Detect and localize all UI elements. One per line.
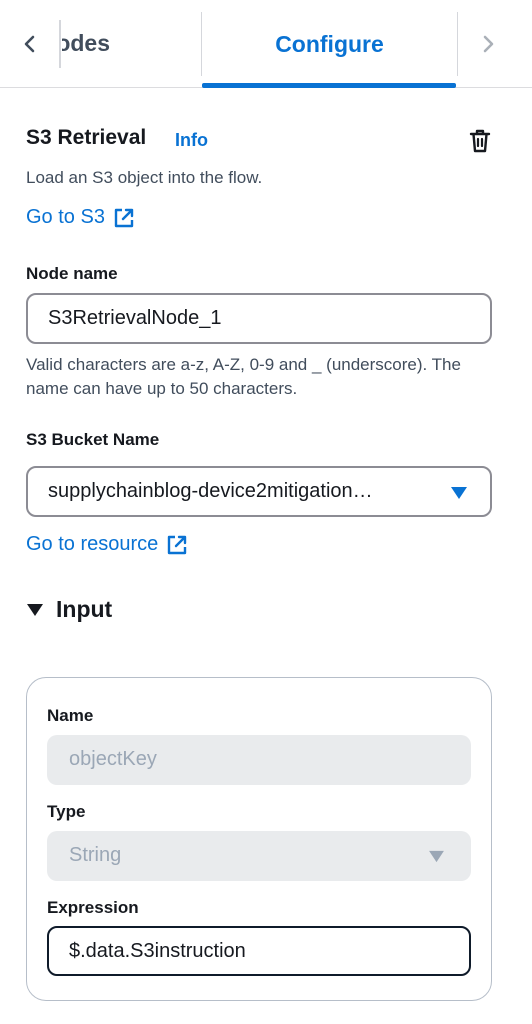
input-expression-label: Expression xyxy=(47,898,139,917)
bucket-name-selected: supplychainblog-device2mitigation… xyxy=(48,480,373,502)
input-name-label: Name xyxy=(47,706,94,725)
chevron-right-icon xyxy=(483,35,494,53)
input-card: Name objectKey Type String Expression xyxy=(26,677,492,1001)
go-to-resource-link[interactable]: Go to resource xyxy=(26,533,188,556)
external-link-icon xyxy=(114,208,134,227)
go-to-resource-label: Go to resource xyxy=(26,533,159,555)
active-tab-indicator xyxy=(202,83,456,88)
caret-down-icon xyxy=(451,487,467,499)
input-section-title: Input xyxy=(56,596,113,622)
caret-down-icon xyxy=(27,603,43,616)
input-expression-field[interactable] xyxy=(47,926,471,976)
input-section-toggle[interactable]: Input xyxy=(26,596,112,623)
node-name-label: Node name xyxy=(26,264,118,283)
node-name-input[interactable] xyxy=(26,293,492,344)
external-link-icon xyxy=(168,535,187,554)
go-to-s3-label: Go to S3 xyxy=(26,206,105,228)
bucket-name-label: S3 Bucket Name xyxy=(26,430,160,449)
input-type-label: Type xyxy=(47,802,86,821)
input-name-value: objectKey xyxy=(69,748,157,770)
bucket-name-select[interactable]: supplychainblog-device2mitigation… xyxy=(26,466,492,517)
tab-configure-label: Configure xyxy=(275,30,384,57)
go-to-s3-link[interactable]: Go to S3 xyxy=(26,206,135,229)
delete-node-button[interactable] xyxy=(466,126,494,156)
tab-scroll-separator xyxy=(59,20,61,68)
tab-configure[interactable]: Configure xyxy=(202,0,457,88)
node-name-hint: Valid characters are a-z, A-Z, 0-9 and _… xyxy=(26,355,461,398)
input-type-select: String xyxy=(47,831,471,881)
scroll-tabs-right-button[interactable] xyxy=(466,22,510,66)
chevron-left-icon xyxy=(24,35,35,53)
scroll-tabs-left-button[interactable] xyxy=(8,22,52,66)
tab-bar: Nodes Configure xyxy=(0,0,532,88)
caret-down-icon xyxy=(429,850,444,863)
info-link[interactable]: Info xyxy=(175,130,208,151)
tab-nodes[interactable]: Nodes xyxy=(40,22,200,66)
input-name-field: objectKey xyxy=(47,735,471,785)
panel-title: S3 Retrieval xyxy=(26,126,147,149)
trash-icon xyxy=(469,129,491,153)
panel-header: S3 Retrieval Info xyxy=(26,126,496,158)
input-type-value: String xyxy=(69,844,122,866)
panel-description: Load an S3 object into the flow. xyxy=(26,168,263,187)
tab-divider xyxy=(457,12,458,76)
